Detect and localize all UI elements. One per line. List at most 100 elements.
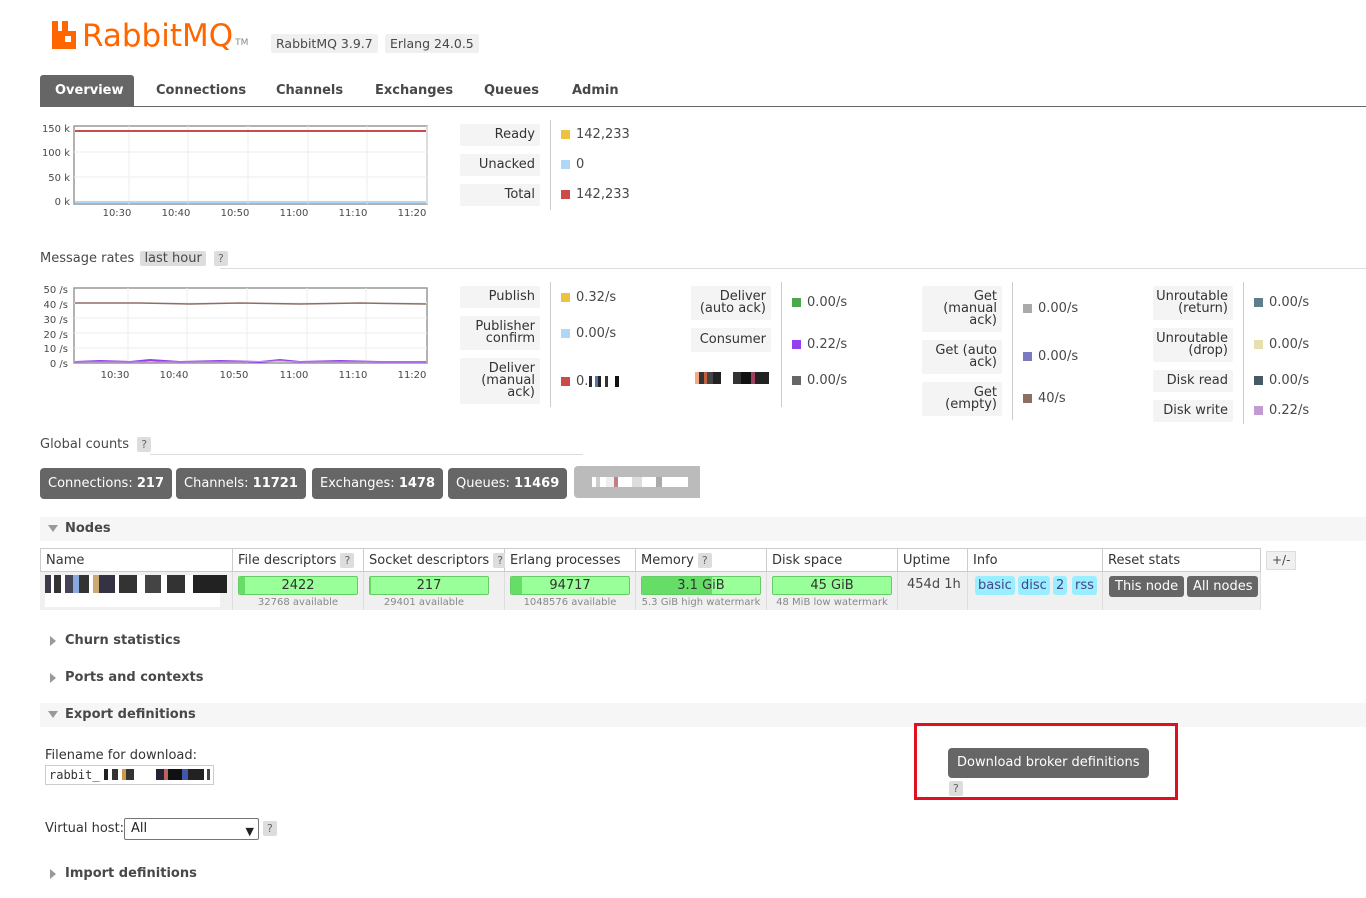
node-name-cell <box>40 572 233 610</box>
erlang-version: Erlang 24.0.5 <box>385 34 479 53</box>
main-nav-tabs: Overview Connections Channels Exchanges … <box>40 75 1366 107</box>
x-tick: 10:30 <box>101 370 130 381</box>
rate-deliver-auto-ack-label: Deliver (auto ack) <box>691 286 771 320</box>
rate-disk-write-value: 0.22/s <box>1254 403 1309 418</box>
expand-arrow-icon <box>50 636 56 646</box>
nodes-section-header[interactable]: Nodes <box>40 517 1366 541</box>
logo-text: RabbitMQ <box>82 18 234 54</box>
rate-deliver-auto-ack-value: 0.00/s <box>792 295 847 310</box>
filename-label: Filename for download: <box>45 748 198 763</box>
rate-publish-value: 0.32/s <box>561 290 616 305</box>
help-icon[interactable]: ? <box>213 251 228 266</box>
tab-overview[interactable]: Overview <box>40 75 134 106</box>
y-tick: 10 /s <box>44 344 68 355</box>
reset-all-nodes-button[interactable]: All nodes <box>1187 576 1259 597</box>
x-tick: 11:20 <box>398 208 427 219</box>
help-icon[interactable]: ? <box>263 821 277 836</box>
rate-get-auto-ack-value: 0.00/s <box>1023 349 1078 364</box>
tab-admin[interactable]: Admin <box>557 75 634 106</box>
logo-trademark: TM <box>235 38 249 48</box>
rate-get-empty-label: Get (empty) <box>922 382 1002 416</box>
churn-statistics-section-header[interactable]: Churn statistics <box>40 629 1366 653</box>
legend-ready-label: Ready <box>460 124 540 146</box>
col-header-memory: Memory? <box>636 548 767 572</box>
y-tick: 100 k <box>42 148 70 159</box>
rate-get-auto-ack-label: Get (auto ack) <box>922 340 1002 374</box>
help-icon[interactable]: ? <box>697 553 712 568</box>
x-tick: 10:40 <box>162 208 191 219</box>
rate-consumer-ack-label: Consumer <box>691 328 771 352</box>
message-rates-chart: 50 /s 40 /s 30 /s 20 /s 10 /s 0 /s 10:30… <box>40 284 440 384</box>
help-icon[interactable]: ? <box>137 437 152 452</box>
ports-contexts-section-header[interactable]: Ports and contexts <box>40 666 1366 690</box>
redacted-filename <box>104 769 210 780</box>
memory-watermark: 5.3 GiB high watermark <box>641 597 761 608</box>
reset-this-node-button[interactable]: This node <box>1109 576 1185 597</box>
queues-count-button[interactable]: Queues: 11469 <box>448 468 568 499</box>
file-descriptors-bar: 2422 <box>238 576 358 595</box>
socket-descriptors-bar: 217 <box>369 576 489 595</box>
rate-publisher-confirm-label: Publisher confirm <box>460 316 540 350</box>
legend-unacked-value: 0 <box>561 157 584 172</box>
erlang-processes-available: 1048576 available <box>523 597 617 608</box>
rabbitmq-logo[interactable]: RabbitMQ TM <box>50 14 248 54</box>
disk-space-watermark: 48 MiB low watermark <box>776 597 888 608</box>
col-header-uptime: Uptime <box>898 548 968 572</box>
chevron-down-icon: ▼ <box>245 825 254 838</box>
connections-count-button[interactable]: Connections: 217 <box>40 468 172 499</box>
rabbit-logo-icon <box>50 21 78 49</box>
tab-queues[interactable]: Queues <box>469 75 554 106</box>
memory-bar: 3.1 GiB <box>641 576 761 595</box>
columns-toggle-button[interactable]: +/- <box>1266 551 1297 570</box>
rate-unroutable-drop-value: 0.00/s <box>1254 337 1309 352</box>
rate-get-manual-ack-label: Get (manual ack) <box>922 286 1002 332</box>
expand-arrow-icon <box>50 869 56 879</box>
info-rss-badge: rss <box>1072 576 1097 595</box>
channels-count-button[interactable]: Channels: 11721 <box>176 468 306 499</box>
queued-messages-chart: 150 k 100 k 50 k 0 k 10:30 10:40 10:50 1… <box>40 122 440 222</box>
rate-publisher-confirm-value: 0.00/s <box>561 326 616 341</box>
import-definitions-section-header[interactable]: Import definitions <box>40 862 1366 886</box>
erlang-processes-bar: 94717 <box>510 576 630 595</box>
rate-disk-write-label: Disk write <box>1153 400 1233 422</box>
erlang-processes-cell: 94717 1048576 available <box>505 572 636 610</box>
range-selector[interactable]: last hour <box>140 251 206 266</box>
x-tick: 11:00 <box>280 370 309 381</box>
rate-unroutable-return-value: 0.00/s <box>1254 295 1309 310</box>
tab-connections[interactable]: Connections <box>141 75 261 106</box>
y-tick: 20 /s <box>44 330 68 341</box>
file-descriptors-available: 32768 available <box>257 597 339 608</box>
rabbitmq-version: RabbitMQ 3.9.7 <box>271 34 378 53</box>
legend-unacked-label: Unacked <box>460 154 540 176</box>
virtual-host-select[interactable]: All ▼ <box>124 818 259 840</box>
memory-cell: 3.1 GiB 5.3 GiB high watermark <box>636 572 767 610</box>
info-basic-badge: basic <box>975 576 1015 595</box>
col-header-reset-stats: Reset stats <box>1103 548 1261 572</box>
x-tick: 11:10 <box>339 370 368 381</box>
exchanges-count-button[interactable]: Exchanges: 1478 <box>312 468 444 499</box>
rate-unroutable-return-label: Unroutable (return) <box>1153 286 1233 320</box>
rate-redacted-value: 0.00/s <box>792 373 847 388</box>
info-disc-badge: disc <box>1018 576 1050 595</box>
file-descriptors-cell: 2422 32768 available <box>233 572 364 610</box>
disk-space-cell: 45 GiB 48 MiB low watermark <box>767 572 898 610</box>
x-tick: 10:50 <box>221 208 250 219</box>
x-tick: 10:40 <box>160 370 189 381</box>
help-icon[interactable]: ? <box>340 553 355 568</box>
legend-total-value: 142,233 <box>561 187 630 202</box>
rate-publish-label: Publish <box>460 286 540 308</box>
y-tick: 40 /s <box>44 300 68 311</box>
rate-get-empty-value: 40/s <box>1023 391 1066 406</box>
redacted-label <box>695 372 769 384</box>
y-tick: 0 /s <box>50 359 68 370</box>
y-tick: 50 /s <box>44 285 68 296</box>
tab-channels[interactable]: Channels <box>261 75 358 106</box>
collapse-arrow-icon <box>48 525 58 532</box>
tab-exchanges[interactable]: Exchanges <box>360 75 468 106</box>
global-counts-title: Global counts ? <box>40 437 152 452</box>
x-tick: 11:20 <box>398 370 427 381</box>
highlight-box <box>914 723 1178 800</box>
message-rates-title: Message rates last hour ? <box>40 251 228 266</box>
info-cell: basic disc 2 rss <box>968 572 1103 610</box>
y-tick: 50 k <box>48 173 70 184</box>
